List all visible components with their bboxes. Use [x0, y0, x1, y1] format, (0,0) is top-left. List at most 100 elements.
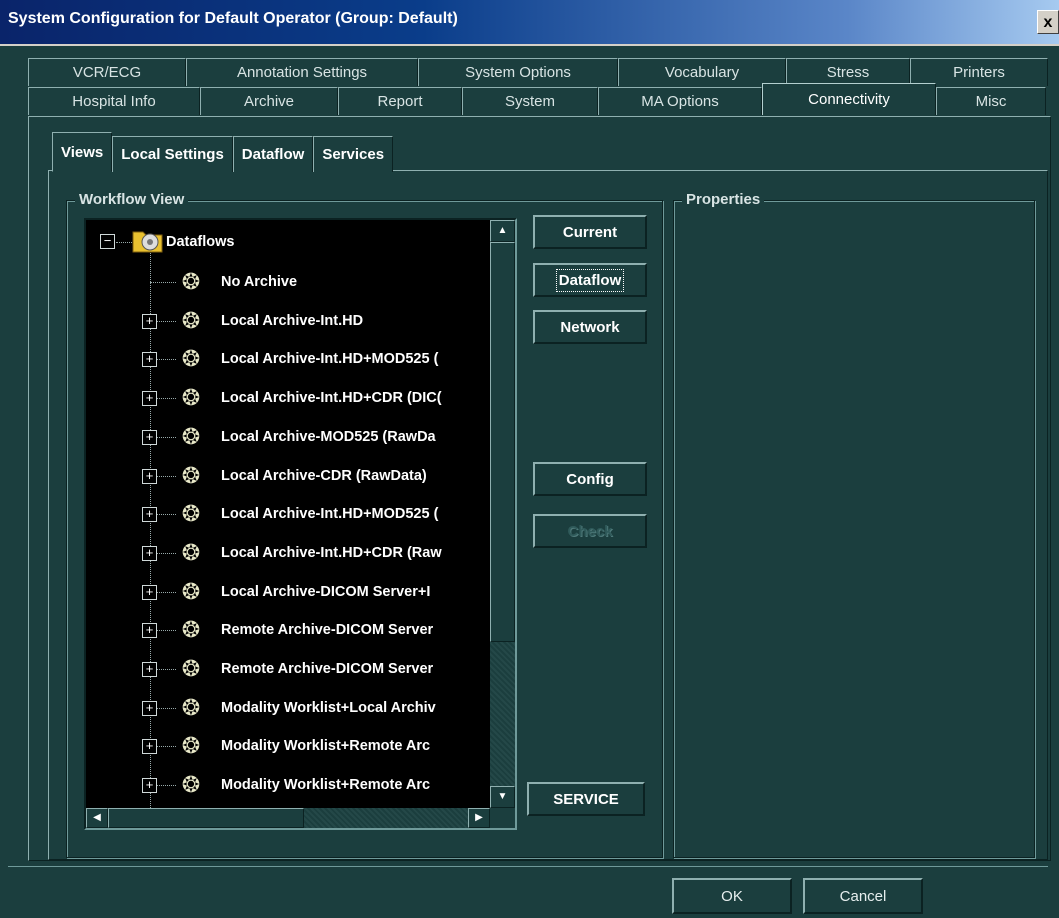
- expand-icon[interactable]: +: [142, 545, 157, 561]
- vertical-scrollbar[interactable]: ▲ ▼: [490, 220, 515, 808]
- tree-node[interactable]: + ❂ Local Archive-Int.HD+MOD525 (: [86, 344, 515, 374]
- dataflow-icon: ❂: [181, 656, 201, 681]
- tree-node-label: Local Archive-Int.HD+CDR (DIC(: [221, 390, 442, 407]
- dataflow-icon: ❂: [181, 385, 201, 411]
- tab-row-1: VCR/ECG Annotation Settings System Optio…: [28, 58, 1048, 86]
- cancel-button[interactable]: Cancel: [803, 878, 923, 914]
- tree-node[interactable]: + ❂ Modality Worklist+Remote Arc: [86, 731, 515, 761]
- dataflow-icon: ❂: [181, 346, 201, 372]
- tab-ma-options[interactable]: MA Options: [598, 87, 762, 115]
- tree-node-label: Local Archive-Int.HD+CDR (Raw: [221, 544, 442, 561]
- dataflow-icon: ❂: [181, 501, 201, 527]
- service-button[interactable]: SERVICE: [527, 782, 645, 816]
- expand-icon[interactable]: +: [142, 739, 157, 755]
- dataflow-icon: ❂: [181, 539, 201, 565]
- ok-button[interactable]: OK: [672, 878, 792, 914]
- tree-node[interactable]: + ❂ Local Archive-Int.HD+CDR (Raw: [86, 538, 515, 568]
- tab-hospital-info[interactable]: Hospital Info: [28, 87, 200, 115]
- tree-node[interactable]: + ❂ Local Archive-Int.HD+CDR (DIC(: [86, 383, 515, 413]
- expand-icon[interactable]: +: [142, 468, 157, 484]
- dataflow-icon: ❂: [181, 307, 201, 333]
- expand-icon[interactable]: +: [142, 429, 157, 445]
- tree-node-label: Local Archive-Int.HD: [221, 312, 364, 329]
- current-button[interactable]: Current: [533, 215, 647, 249]
- window-title: System Configuration for Default Operato…: [8, 10, 458, 27]
- tree-node-label: Local Archive-CDR (RawData): [221, 467, 427, 484]
- tab-archive[interactable]: Archive: [200, 87, 338, 115]
- tab-vocabulary[interactable]: Vocabulary: [618, 58, 786, 86]
- tree-node-label: Local Archive-Int.HD+MOD525 (: [221, 351, 439, 368]
- close-button[interactable]: x: [1037, 10, 1059, 34]
- collapse-icon[interactable]: −: [100, 234, 115, 249]
- tree-node[interactable]: + ❂ Local Archive-Int.HD: [86, 306, 515, 336]
- tree-root-dataflows[interactable]: Dataflows: [166, 227, 235, 257]
- tree-node[interactable]: + ❂ Local Archive-DICOM Server+I: [86, 577, 515, 607]
- tree-node[interactable]: + ❂ Modality Worklist+Remote Arc: [86, 770, 515, 800]
- subtab-row: Views Local Settings Dataflow Services: [52, 132, 394, 172]
- tab-connectivity[interactable]: Connectivity: [762, 83, 936, 115]
- dataflow-icon: ❂: [181, 694, 201, 720]
- properties-legend: Properties: [682, 191, 765, 208]
- horizontal-scrollbar[interactable]: ◀ ▶: [86, 808, 490, 828]
- expand-icon[interactable]: +: [142, 352, 157, 368]
- config-button[interactable]: Config: [533, 462, 647, 496]
- dataflow-icon: ❂: [181, 423, 201, 449]
- tree-node-label: Local Archive-MOD525 (RawDa: [221, 428, 436, 445]
- scroll-thumb[interactable]: [490, 242, 515, 642]
- tree-node-label: Modality Worklist+Remote Arc: [221, 777, 431, 794]
- check-button[interactable]: Check: [533, 514, 647, 548]
- tab-row-2: Hospital Info Archive Report System MA O…: [28, 83, 1046, 115]
- title-bar: System Configuration for Default Operato…: [0, 0, 1059, 46]
- tab-stress[interactable]: Stress: [786, 58, 910, 86]
- dataflow-icon: ❂: [181, 617, 201, 643]
- subtab-local-settings[interactable]: Local Settings: [112, 136, 233, 172]
- subtab-views[interactable]: Views: [52, 132, 113, 172]
- tab-annotation-settings[interactable]: Annotation Settings: [186, 58, 418, 86]
- tab-misc[interactable]: Misc: [936, 87, 1046, 115]
- footer-divider: [8, 866, 1048, 867]
- tree-node[interactable]: + ❂ Local Archive-CDR (RawData): [86, 461, 515, 491]
- dataflow-icon: ❂: [181, 733, 201, 759]
- tree-line: [116, 242, 132, 243]
- tab-printers[interactable]: Printers: [910, 58, 1048, 86]
- folder-open-icon: [132, 231, 163, 253]
- workflow-view-legend: Workflow View: [75, 191, 189, 208]
- tree-node-label: Modality Worklist+Local Archiv: [221, 699, 436, 716]
- scroll-thumb-horizontal[interactable]: [108, 808, 304, 828]
- scroll-down-icon[interactable]: ▼: [490, 786, 515, 808]
- expand-icon[interactable]: +: [142, 507, 157, 523]
- tree-node[interactable]: + ❂ Local Archive-MOD525 (RawDa: [86, 422, 515, 452]
- subtab-services[interactable]: Services: [313, 136, 394, 172]
- dataflow-icon: ❂: [181, 772, 201, 798]
- tree-node[interactable]: + ❂ Remote Archive-DICOM Server: [86, 615, 515, 645]
- subtab-dataflow[interactable]: Dataflow: [232, 136, 314, 172]
- expand-icon[interactable]: +: [142, 313, 157, 329]
- tree-line: [150, 282, 176, 283]
- tree-node[interactable]: + ❂ Modality Worklist+Local Archiv: [86, 693, 515, 723]
- tree-node[interactable]: ❂ No Archive: [86, 267, 515, 297]
- expand-icon[interactable]: +: [142, 584, 157, 600]
- tree-node-label: Remote Archive-DICOM Server: [221, 622, 434, 639]
- tab-report[interactable]: Report: [338, 87, 462, 115]
- tree-node-label: Remote Archive-DICOM Server: [221, 661, 434, 677]
- network-button[interactable]: Network: [533, 310, 647, 344]
- scroll-up-icon[interactable]: ▲: [490, 220, 515, 242]
- tree-node[interactable]: + ❂ Remote Archive-DICOM Server: [86, 654, 515, 684]
- tree-node-label: Local Archive-DICOM Server+I: [221, 583, 431, 600]
- expand-icon[interactable]: +: [142, 662, 157, 677]
- dataflow-icon: ❂: [181, 462, 201, 488]
- expand-icon[interactable]: +: [142, 778, 157, 794]
- dataflow-icon: ❂: [181, 578, 201, 604]
- tab-vcr-ecg[interactable]: VCR/ECG: [28, 58, 186, 86]
- expand-icon[interactable]: +: [142, 700, 157, 716]
- workflow-tree[interactable]: − Dataflows ❂ No Archive + ❂ Local Archive-I…: [84, 218, 517, 830]
- tree-node-label: No Archive: [221, 274, 298, 290]
- tab-system[interactable]: System: [462, 87, 598, 115]
- scroll-right-icon[interactable]: ▶: [468, 808, 490, 828]
- expand-icon[interactable]: +: [142, 623, 157, 639]
- dataflow-button[interactable]: Dataflow: [533, 263, 647, 297]
- tree-node[interactable]: + ❂ Local Archive-Int.HD+MOD525 (: [86, 499, 515, 529]
- scroll-left-icon[interactable]: ◀: [86, 808, 108, 828]
- tab-system-options[interactable]: System Options: [418, 58, 618, 86]
- expand-icon[interactable]: +: [142, 391, 157, 407]
